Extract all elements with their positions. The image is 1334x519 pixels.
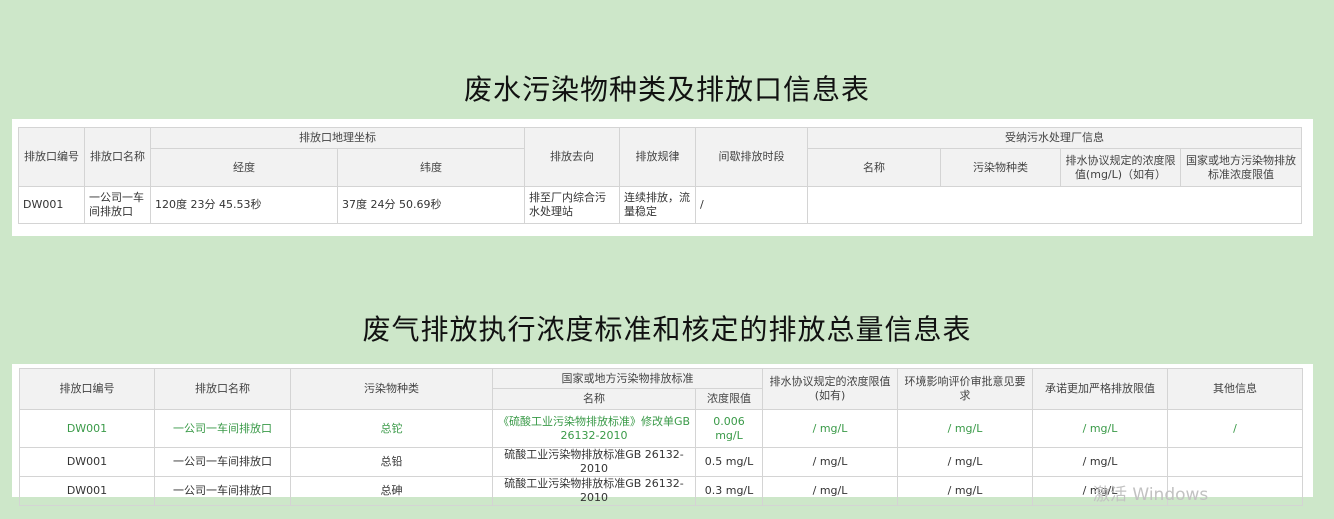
header-national-limit: 国家或地方污染物排放标准浓度限值: [1180, 148, 1302, 187]
cell-standard-limit: 0.3 mg/L: [695, 476, 763, 506]
header-standard: 国家或地方污染物排放标准: [492, 368, 763, 389]
cell-standard-limit: 0.5 mg/L: [695, 447, 763, 477]
header-pattern: 排放规律: [619, 127, 696, 187]
cell-standard-name: 《硫酸工业污染物排放标准》修改单GB 26132-2010: [492, 409, 696, 448]
table-row: DW001 一公司一车间排放口 120度 23分 45.53秒 37度 24分 …: [18, 186, 1302, 224]
table-row: DW001 一公司一车间排放口 总铊 《硫酸工业污染物排放标准》修改单GB 26…: [19, 409, 1303, 448]
header-outlet-no: 排放口编号: [18, 127, 85, 187]
cell-standard-limit: 0.006 mg/L: [695, 409, 763, 448]
header-coordinates: 排放口地理坐标: [150, 127, 525, 149]
cell-longitude: 120度 23分 45.53秒: [150, 186, 338, 224]
cell-agreement: / mg/L: [762, 409, 898, 448]
cell-standard-name: 硫酸工业污染物排放标准GB 26132-2010: [492, 447, 696, 477]
cell-outlet-no: DW001: [18, 186, 85, 224]
cell-pollutant: 总砷: [290, 476, 493, 506]
cell-other: /: [1167, 409, 1303, 448]
header-pollutant: 污染物种类: [940, 148, 1061, 187]
header-destination: 排放去向: [524, 127, 620, 187]
header-agreement-limit: 排水协议规定的浓度限值(mg/L)（如有）: [1060, 148, 1181, 187]
cell-pollutant: 总铊: [290, 409, 493, 448]
header-plant-name: 名称: [807, 148, 941, 187]
table-row: DW001 一公司一车间排放口 总铅 硫酸工业污染物排放标准GB 26132-2…: [19, 447, 1303, 477]
cell-outlet-name: 一公司一车间排放口: [154, 409, 291, 448]
cell-eia: / mg/L: [897, 447, 1033, 477]
cell-pollutant: 总铅: [290, 447, 493, 477]
cell-outlet-no: DW001: [19, 476, 155, 506]
header-other: 其他信息: [1167, 368, 1303, 410]
cell-agreement: / mg/L: [762, 447, 898, 477]
cell-outlet-no: DW001: [19, 409, 155, 448]
cell-eia: / mg/L: [897, 476, 1033, 506]
header-standard-limit: 浓度限值: [695, 388, 763, 410]
cell-outlet-name: 一公司一车间排放口: [154, 476, 291, 506]
windows-activation-watermark: 激活 Windows: [1093, 485, 1209, 505]
exhaust-table-panel: 排放口编号 排放口名称 污染物种类 国家或地方污染物排放标准 排水协议规定的浓度…: [12, 364, 1313, 506]
wastewater-outlet-table: 排放口编号 排放口名称 排放口地理坐标 排放去向 排放规律 间歇排放时段 受纳污…: [18, 127, 1302, 224]
header-outlet-name: 排放口名称: [84, 127, 151, 187]
cell-receiving-plant: [807, 186, 1302, 224]
cell-intermittent: /: [695, 186, 808, 224]
header-outlet-name: 排放口名称: [154, 368, 291, 410]
header-intermittent: 间歇排放时段: [695, 127, 808, 187]
cell-outlet-name: 一公司一车间排放口: [154, 447, 291, 477]
header-outlet-no: 排放口编号: [19, 368, 155, 410]
cell-latitude: 37度 24分 50.69秒: [337, 186, 525, 224]
cell-commitment: / mg/L: [1032, 409, 1168, 448]
cell-commitment: / mg/L: [1032, 447, 1168, 477]
header-agreement: 排水协议规定的浓度限值(如有): [762, 368, 898, 410]
cell-outlet-name: 一公司一车间排放口: [84, 186, 151, 224]
wastewater-table-title: 废水污染物种类及排放口信息表: [463, 73, 870, 106]
cell-eia: / mg/L: [897, 409, 1033, 448]
cell-standard-name: 硫酸工业污染物排放标准GB 26132-2010: [492, 476, 696, 506]
cell-pattern: 连续排放，流量稳定: [619, 186, 696, 224]
header-eia: 环境影响评价审批意见要求: [897, 368, 1033, 410]
header-pollutant: 污染物种类: [290, 368, 493, 410]
cell-other: [1167, 447, 1303, 477]
cell-destination: 排至厂内综合污水处理站: [524, 186, 620, 224]
cell-outlet-no: DW001: [19, 447, 155, 477]
wastewater-table-panel: 排放口编号 排放口名称 排放口地理坐标 排放去向 排放规律 间歇排放时段 受纳污…: [12, 119, 1313, 236]
header-commitment: 承诺更加严格排放限值: [1032, 368, 1168, 410]
exhaust-table-title: 废气排放执行浓度标准和核定的排放总量信息表: [362, 313, 972, 346]
header-latitude: 纬度: [337, 148, 525, 187]
header-longitude: 经度: [150, 148, 338, 187]
header-receiving-plant: 受纳污水处理厂信息: [807, 127, 1302, 149]
header-standard-name: 名称: [492, 388, 696, 410]
cell-agreement: / mg/L: [762, 476, 898, 506]
